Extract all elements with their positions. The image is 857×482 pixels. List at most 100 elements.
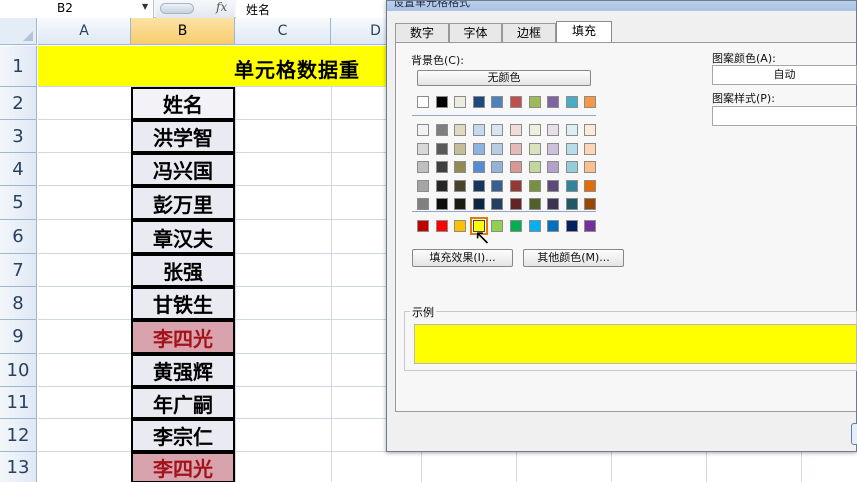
pattern-style-select[interactable] xyxy=(712,106,857,126)
color-swatch[interactable] xyxy=(565,124,578,136)
row-header-6[interactable]: 6 xyxy=(0,220,37,254)
row-header-3[interactable]: 3 xyxy=(0,120,37,153)
color-swatch[interactable] xyxy=(547,220,560,232)
color-swatch[interactable] xyxy=(454,179,467,192)
color-swatch[interactable] xyxy=(510,124,522,136)
color-swatch[interactable] xyxy=(565,220,578,232)
name-cell[interactable]: 黄强辉 xyxy=(131,354,235,387)
ok-button[interactable] xyxy=(851,423,857,445)
row-header-7[interactable]: 7 xyxy=(0,254,37,287)
color-swatch[interactable] xyxy=(547,179,560,192)
color-swatch[interactable] xyxy=(435,142,448,155)
row-header-9[interactable]: 9 xyxy=(0,320,37,354)
tab-fill[interactable]: 填充 xyxy=(556,21,612,43)
color-swatch[interactable] xyxy=(510,161,522,173)
color-swatch[interactable] xyxy=(435,124,448,136)
color-swatch[interactable] xyxy=(528,161,541,173)
row-header-8[interactable]: 8 xyxy=(0,287,37,320)
color-swatch[interactable] xyxy=(491,161,504,173)
color-swatch[interactable] xyxy=(491,124,504,136)
color-swatch[interactable] xyxy=(417,161,429,173)
color-swatch[interactable] xyxy=(454,142,467,155)
name-header-cell[interactable]: 姓名 xyxy=(131,87,235,120)
color-swatch[interactable] xyxy=(584,161,597,173)
color-swatch[interactable] xyxy=(417,179,429,192)
color-swatch[interactable] xyxy=(435,96,448,108)
color-swatch[interactable] xyxy=(454,198,467,210)
formula-bar-resize-handle[interactable] xyxy=(160,3,194,14)
color-swatch[interactable] xyxy=(565,142,578,155)
color-swatch[interactable] xyxy=(417,198,429,210)
row-header-12[interactable]: 12 xyxy=(0,419,37,452)
color-swatch[interactable] xyxy=(491,179,504,192)
color-swatch[interactable] xyxy=(491,96,504,108)
name-cell[interactable]: 彭万里 xyxy=(131,186,235,220)
row-header-5[interactable]: 5 xyxy=(0,186,37,220)
color-swatch[interactable] xyxy=(547,142,560,155)
duplicate-name-cell[interactable]: 李四光 xyxy=(131,452,235,482)
chevron-down-icon[interactable]: ▼ xyxy=(142,2,148,11)
row-header-10[interactable]: 10 xyxy=(0,354,37,387)
color-swatch[interactable] xyxy=(435,198,448,210)
color-swatch[interactable] xyxy=(435,161,448,173)
color-swatch[interactable] xyxy=(454,161,467,173)
color-swatch[interactable] xyxy=(584,179,597,192)
color-swatch[interactable] xyxy=(528,198,541,210)
color-swatch[interactable] xyxy=(510,198,522,210)
color-swatch[interactable] xyxy=(584,220,597,232)
name-cell[interactable]: 年广嗣 xyxy=(131,387,235,419)
row-header-2[interactable]: 2 xyxy=(0,87,37,120)
row-header-13[interactable]: 13 xyxy=(0,452,37,482)
column-header-b[interactable]: B xyxy=(131,18,235,45)
color-swatch[interactable] xyxy=(565,198,578,210)
color-swatch[interactable] xyxy=(472,96,485,108)
color-swatch[interactable] xyxy=(435,179,448,192)
color-swatch[interactable] xyxy=(417,220,429,232)
color-swatch[interactable] xyxy=(417,124,429,136)
color-swatch[interactable] xyxy=(528,142,541,155)
color-swatch[interactable] xyxy=(435,220,448,232)
color-swatch[interactable] xyxy=(565,96,578,108)
color-swatch[interactable] xyxy=(510,96,522,108)
color-swatch[interactable] xyxy=(528,124,541,136)
color-swatch[interactable] xyxy=(547,124,560,136)
color-swatch[interactable] xyxy=(472,124,485,136)
color-swatch[interactable] xyxy=(547,198,560,210)
name-cell[interactable]: 张强 xyxy=(131,254,235,287)
name-cell[interactable]: 冯兴国 xyxy=(131,153,235,186)
color-swatch[interactable] xyxy=(472,198,485,210)
row-header-11[interactable]: 11 xyxy=(0,387,37,419)
color-swatch[interactable] xyxy=(510,179,522,192)
name-cell[interactable]: 洪学智 xyxy=(131,120,235,153)
fill-effects-button[interactable]: 填充效果(I)... xyxy=(412,249,513,267)
color-swatch[interactable] xyxy=(510,220,522,232)
pattern-color-select[interactable]: 自动 xyxy=(712,65,857,85)
color-swatch[interactable] xyxy=(584,96,597,108)
color-swatch[interactable] xyxy=(417,142,429,155)
no-color-button[interactable]: 无颜色 xyxy=(417,70,591,86)
color-swatch[interactable] xyxy=(584,124,597,136)
color-swatch[interactable] xyxy=(528,96,541,108)
color-swatch[interactable] xyxy=(565,161,578,173)
color-swatch[interactable] xyxy=(584,198,597,210)
name-cell[interactable]: 李宗仁 xyxy=(131,419,235,452)
color-swatch[interactable] xyxy=(547,161,560,173)
color-swatch[interactable] xyxy=(472,142,485,155)
more-colors-button[interactable]: 其他颜色(M)... xyxy=(523,249,624,267)
select-all-corner[interactable] xyxy=(0,18,37,45)
color-swatch[interactable] xyxy=(472,179,485,192)
color-swatch[interactable] xyxy=(454,124,467,136)
tab-border[interactable]: 边框 xyxy=(502,23,556,42)
column-header-c[interactable]: C xyxy=(235,18,331,45)
row-header-1[interactable]: 1 xyxy=(0,46,37,87)
name-cell[interactable]: 章汉夫 xyxy=(131,220,235,254)
column-header-a[interactable]: A xyxy=(38,18,131,45)
color-swatch[interactable] xyxy=(472,161,485,173)
color-swatch[interactable] xyxy=(510,142,522,155)
row-header-4[interactable]: 4 xyxy=(0,153,37,186)
function-icon[interactable]: fx xyxy=(216,0,227,14)
color-swatch[interactable] xyxy=(491,220,504,232)
color-swatch[interactable] xyxy=(491,142,504,155)
color-swatch[interactable] xyxy=(454,96,467,108)
name-box[interactable]: B2 ▼ xyxy=(0,0,154,18)
